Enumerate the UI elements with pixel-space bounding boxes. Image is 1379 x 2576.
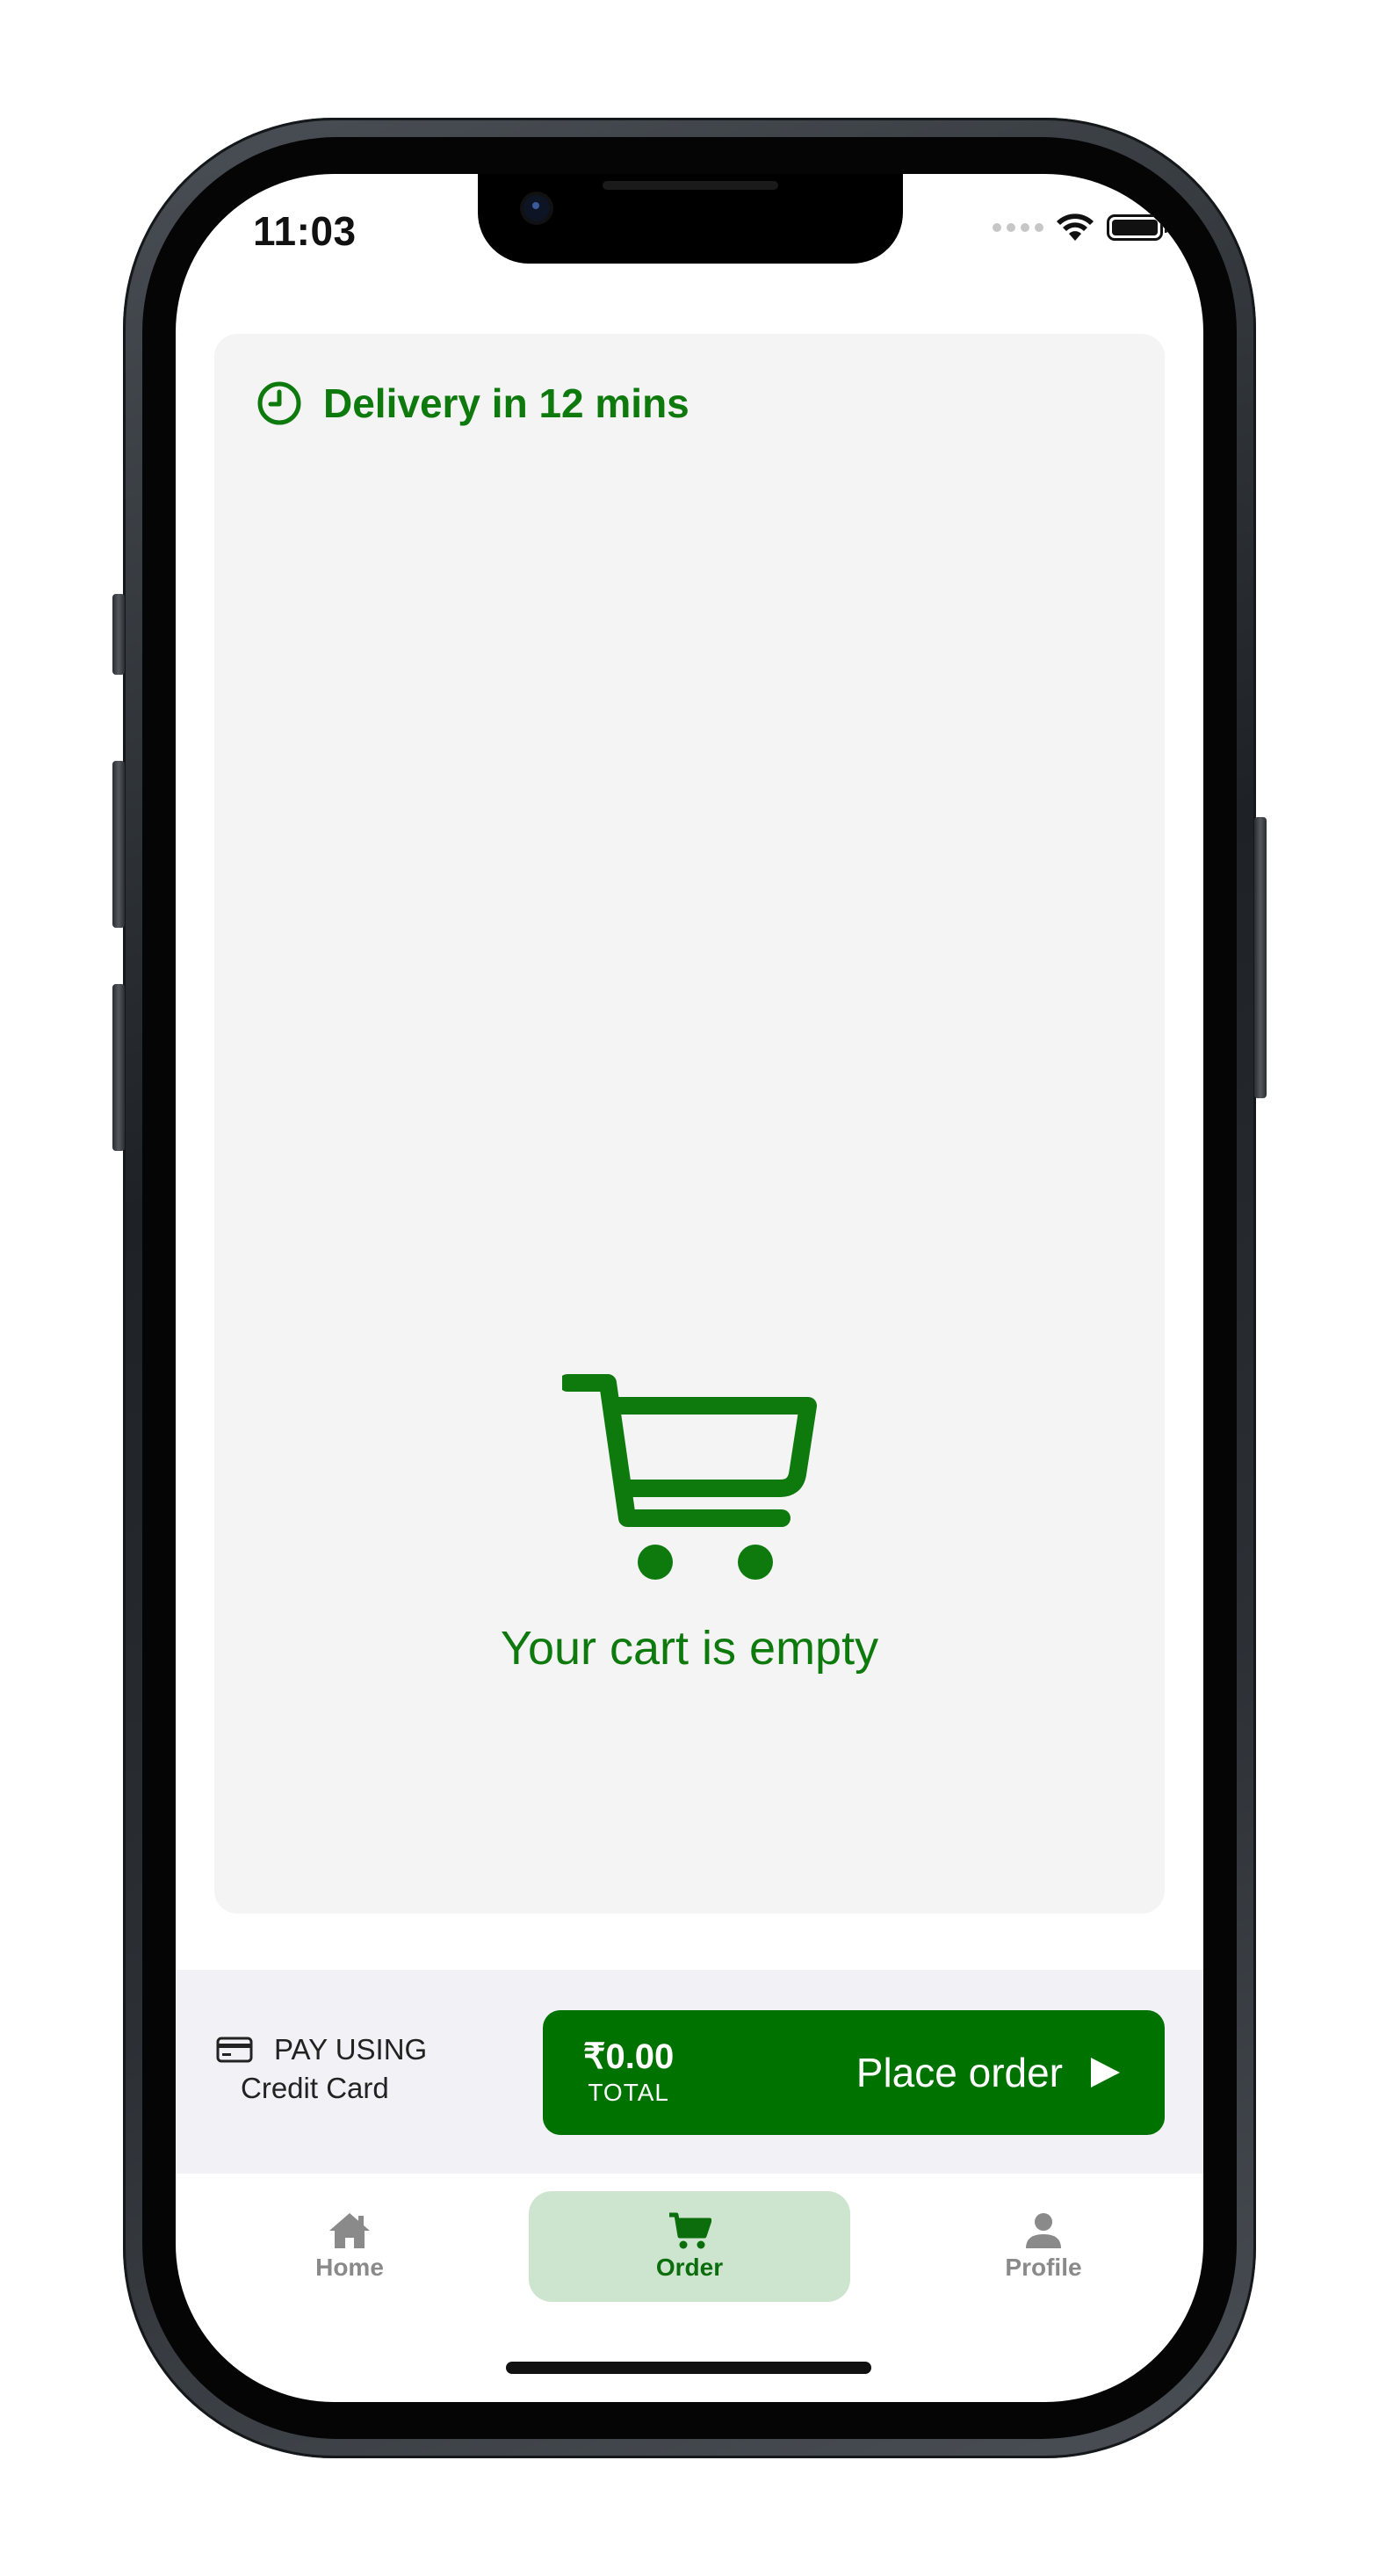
place-order-button[interactable]: ₹0.00 TOTAL Place order xyxy=(543,2010,1165,2135)
payment-method: Credit Card xyxy=(241,2072,389,2104)
volume-down-button xyxy=(112,984,125,1151)
battery-icon xyxy=(1107,214,1168,241)
order-total: ₹0.00 TOTAL xyxy=(583,2037,674,2107)
credit-card-icon xyxy=(216,2037,253,2063)
tab-home[interactable]: Home xyxy=(279,2191,420,2302)
cart-icon xyxy=(669,2212,711,2249)
empty-cart-message: Your cart is empty xyxy=(500,1622,879,1675)
front-camera xyxy=(523,195,550,221)
speaker-grille xyxy=(603,181,778,190)
tab-profile-label: Profile xyxy=(1005,2254,1082,2281)
volume-up-button xyxy=(112,761,125,928)
silent-switch xyxy=(112,594,125,675)
tab-home-label: Home xyxy=(315,2254,384,2281)
screen: 11:03 Delivery in 12 mins Your cart is e… xyxy=(176,174,1203,2402)
tab-profile[interactable]: Profile xyxy=(973,2191,1114,2302)
payment-method-selector[interactable]: PAY USING Credit Card xyxy=(216,2033,436,2105)
pay-using-label: PAY USING xyxy=(274,2033,428,2066)
order-total-amount: ₹0.00 xyxy=(583,2037,675,2076)
empty-cart-state: Your cart is empty xyxy=(214,1371,1165,1675)
delivery-estimate: Delivery in 12 mins xyxy=(256,380,690,427)
notch xyxy=(478,174,903,264)
person-icon xyxy=(1026,2213,1061,2248)
home-indicator[interactable] xyxy=(506,2362,871,2374)
order-total-label: TOTAL xyxy=(588,2079,669,2106)
home-icon xyxy=(329,2213,370,2248)
wifi-icon xyxy=(1057,213,1094,241)
checkout-bar: PAY USING Credit Card ₹0.00 TOTAL Place … xyxy=(176,1970,1203,2174)
payment-label-row: PAY USING xyxy=(216,2033,436,2066)
page: 11:03 Delivery in 12 mins Your cart is e… xyxy=(0,0,1379,2576)
clock-icon xyxy=(257,381,301,425)
delivery-text: Delivery in 12 mins xyxy=(323,380,690,426)
bottom-tab-bar: Home Order Profile xyxy=(176,2191,1203,2305)
place-order-cta: Place order xyxy=(856,2049,1123,2096)
place-order-label: Place order xyxy=(856,2050,1063,2095)
status-time: 11:03 xyxy=(253,208,357,254)
status-indicators xyxy=(993,213,1168,242)
cart-card: Delivery in 12 mins Your cart is empty xyxy=(214,334,1165,1914)
power-button xyxy=(1254,817,1267,1098)
cart-icon xyxy=(559,1374,817,1580)
play-arrow-icon xyxy=(1091,2058,1120,2088)
signal-icon xyxy=(993,223,1043,232)
tab-order[interactable]: Order xyxy=(529,2191,850,2302)
tab-order-label: Order xyxy=(655,2254,724,2281)
